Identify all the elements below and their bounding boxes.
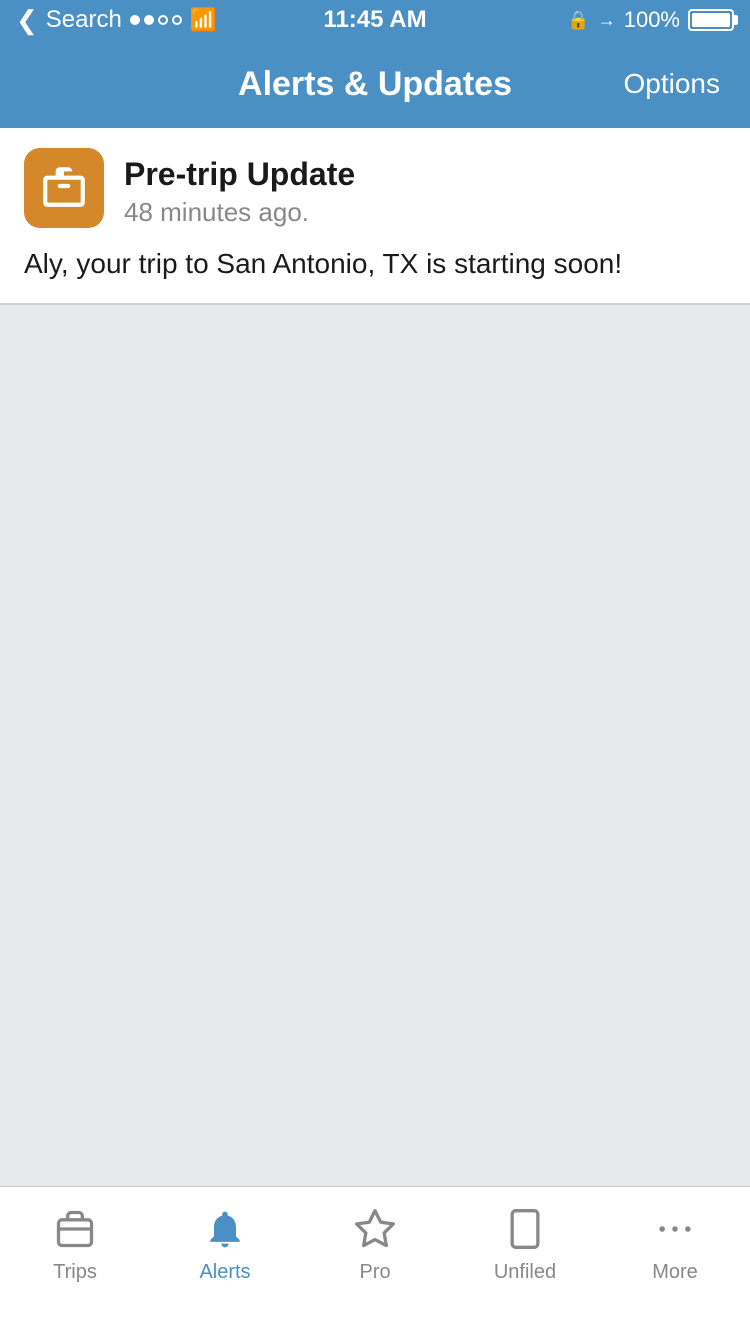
alert-meta: Pre-trip Update 48 minutes ago. xyxy=(124,148,355,228)
more-label: More xyxy=(652,1261,698,1284)
battery-percent: 100% xyxy=(624,7,680,33)
tab-bar: Trips Alerts Pro Unfiled xyxy=(0,1186,750,1334)
alert-title: Pre-trip Update xyxy=(124,156,355,193)
location-icon: → xyxy=(598,10,616,31)
unfiled-label: Unfiled xyxy=(494,1261,556,1284)
options-button[interactable]: Options xyxy=(624,68,721,100)
signal-dot-2 xyxy=(144,15,154,25)
signal-dot-4 xyxy=(172,15,182,25)
lock-icon: 🔒 xyxy=(567,10,589,31)
trips-icon xyxy=(49,1203,101,1255)
tab-more[interactable]: More xyxy=(600,1203,750,1284)
nav-title: Alerts & Updates xyxy=(238,65,512,104)
separator xyxy=(0,303,750,304)
alert-icon-wrap xyxy=(24,148,104,228)
suitcase-icon xyxy=(39,161,89,216)
tab-unfiled[interactable]: Unfiled xyxy=(450,1203,600,1284)
pro-icon xyxy=(349,1203,401,1255)
signal-dot-3 xyxy=(158,15,168,25)
status-bar-left: ❮ Search 📶 xyxy=(16,5,217,36)
status-bar-time: 11:45 AM xyxy=(323,6,426,34)
alert-time: 48 minutes ago. xyxy=(124,197,355,228)
battery-icon xyxy=(688,9,734,31)
alert-message: Aly, your trip to San Antonio, TX is sta… xyxy=(24,244,726,283)
unfiled-icon xyxy=(499,1203,551,1255)
back-arrow-icon[interactable]: ❮ xyxy=(16,5,38,36)
signal-dot-1 xyxy=(130,15,140,25)
status-bar: ❮ Search 📶 11:45 AM 🔒 → 100% xyxy=(0,0,750,40)
tab-trips[interactable]: Trips xyxy=(0,1203,150,1284)
alert-header: Pre-trip Update 48 minutes ago. xyxy=(24,148,726,228)
carrier-label: Search xyxy=(46,6,122,34)
battery-fill xyxy=(692,13,730,27)
status-bar-right: 🔒 → 100% xyxy=(567,7,734,33)
empty-content-area xyxy=(0,305,750,1223)
alert-item-pretrip[interactable]: Pre-trip Update 48 minutes ago. Aly, you… xyxy=(0,128,750,303)
pro-label: Pro xyxy=(359,1261,390,1284)
trips-label: Trips xyxy=(53,1261,97,1284)
signal-indicator xyxy=(130,15,182,25)
alerts-icon xyxy=(199,1203,251,1255)
more-icon xyxy=(649,1203,701,1255)
alerts-label: Alerts xyxy=(199,1261,250,1284)
alerts-list: Pre-trip Update 48 minutes ago. Aly, you… xyxy=(0,128,750,305)
wifi-icon: 📶 xyxy=(190,7,217,33)
tab-alerts[interactable]: Alerts xyxy=(150,1203,300,1284)
nav-bar: Alerts & Updates Options xyxy=(0,40,750,128)
tab-pro[interactable]: Pro xyxy=(300,1203,450,1284)
